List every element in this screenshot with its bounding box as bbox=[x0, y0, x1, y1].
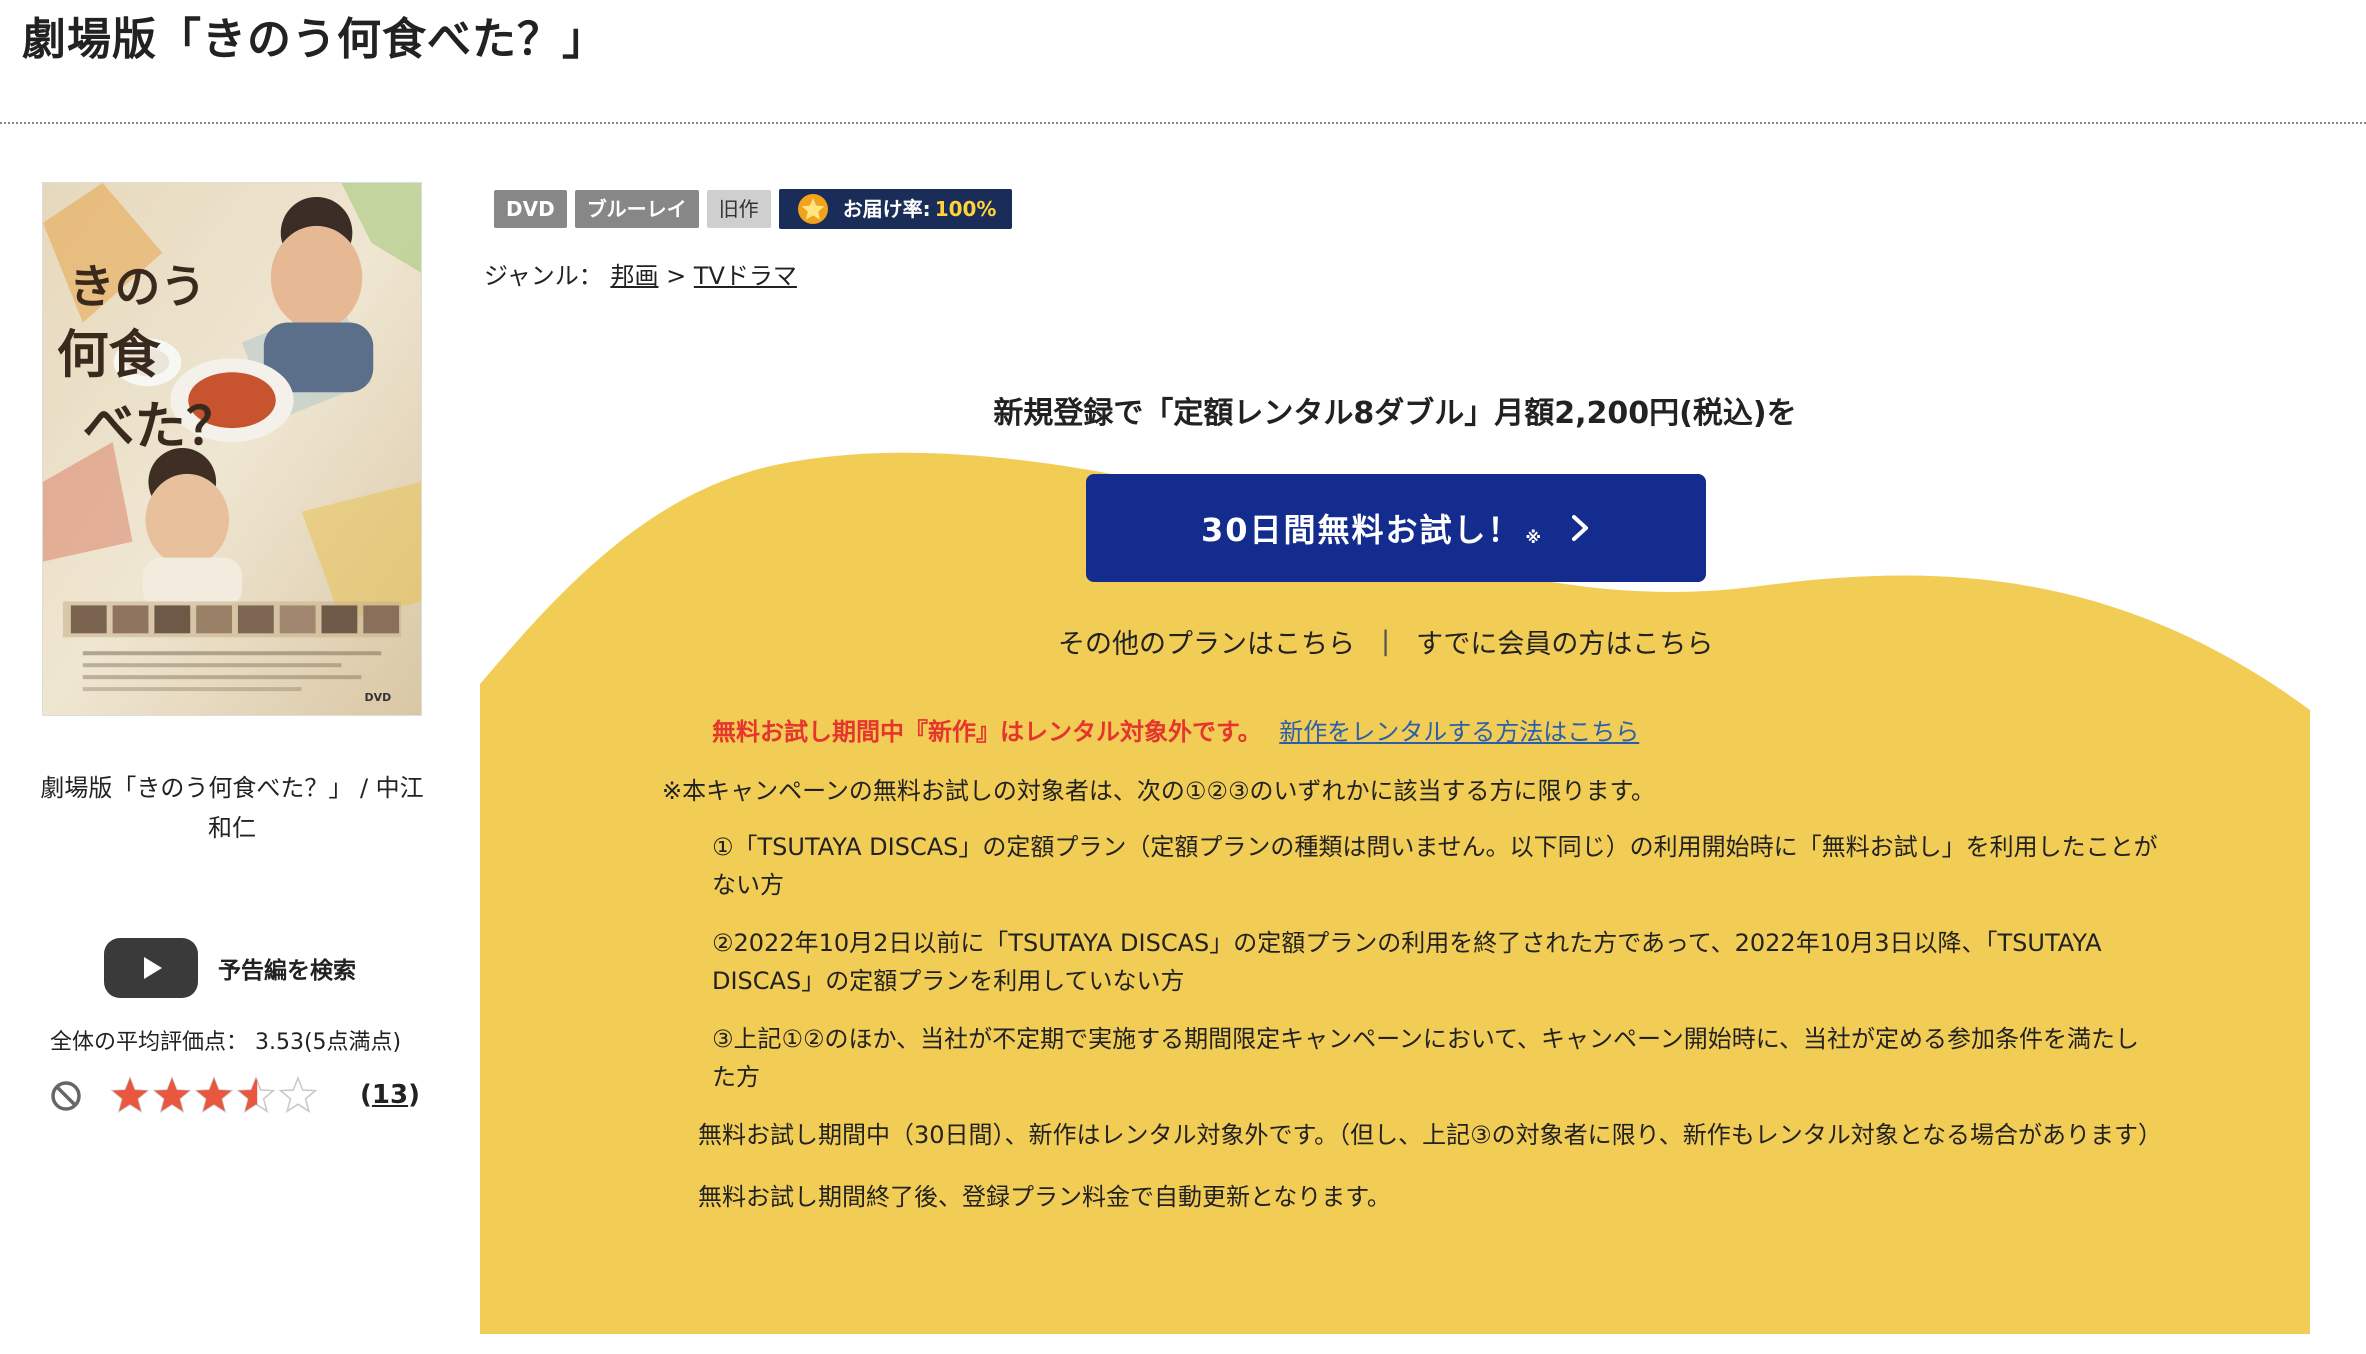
page-title: 劇場版「きのう何食べた？」 bbox=[22, 14, 607, 65]
plan-links: その他のプランはこちら | すでに会員の方はこちら bbox=[1058, 622, 1713, 661]
poster-format-mark: DVD bbox=[365, 691, 392, 704]
genre-breadcrumb: ジャンル： 邦画 > TVドラマ bbox=[484, 256, 797, 291]
star-icon bbox=[797, 194, 828, 224]
poster-title-3: べた？ bbox=[83, 396, 238, 457]
campaign-lead: 新規登録で「定額レンタル8ダブル」月額2,200円(税込)を bbox=[993, 396, 1797, 431]
star-icon bbox=[278, 1076, 318, 1113]
average-rating: 全体の平均評価点： 3.53(5点満点) bbox=[50, 1030, 402, 1055]
note-new-release: 無料お試し期間中（30日間）、新作はレンタル対象外です。（但し、上記③の対象者に… bbox=[698, 1121, 2162, 1149]
rating-count[interactable]: (13) bbox=[360, 1080, 420, 1110]
new-release-warning: 無料お試し期間中『新作』はレンタル対象外です。 新作をレンタルする方法はこちら bbox=[712, 712, 1639, 747]
product-poster[interactable]: きのう 何食 べた？ DVD bbox=[42, 182, 422, 716]
badge-delivery-rate: お届け率: 100% bbox=[778, 189, 1013, 229]
rating-row: (13) bbox=[48, 1076, 420, 1126]
condition-1: ①「TSUTAYA DISCAS」の定額プラン（定額プランの種類は問いません。以… bbox=[712, 833, 2158, 899]
warning-text: 無料お試し期間中『新作』はレンタル対象外です。 bbox=[712, 718, 1262, 746]
free-trial-label: 30日間無料お試し！ bbox=[1200, 511, 1522, 549]
genre-separator: > bbox=[666, 262, 687, 290]
star-icon bbox=[194, 1076, 234, 1113]
product-caption: 劇場版「きのう何食べた？」 / 中江和仁 bbox=[40, 774, 424, 842]
poster-title-1: きのう bbox=[69, 260, 206, 314]
note-renewal: 無料お試し期間終了後、登録プラン料金で自動更新となります。 bbox=[698, 1183, 1391, 1211]
title-divider bbox=[0, 122, 2366, 124]
new-release-rental-link[interactable]: 新作をレンタルする方法はこちら bbox=[1279, 718, 1639, 746]
note-intro: ※本キャンペーンの無料お試しの対象者は、次の①②③のいずれかに該当する方に限りま… bbox=[662, 777, 1656, 805]
badge-bluray: ブルーレイ bbox=[574, 190, 699, 228]
badge-row: DVD ブルーレイ 旧作 お届け率: 100% bbox=[494, 189, 1020, 229]
delivery-label: お届け率: bbox=[842, 197, 931, 221]
poster-image: きのう 何食 べた？ DVD bbox=[43, 183, 421, 715]
badge-old: 旧作 bbox=[706, 190, 771, 228]
genre-link-tvdrama[interactable]: TVドラマ bbox=[694, 262, 797, 290]
star-icon bbox=[236, 1076, 276, 1113]
star-icon bbox=[110, 1076, 150, 1113]
trailer-search-button[interactable]: 予告編を検索 bbox=[104, 938, 356, 998]
delivery-rate: 100% bbox=[934, 197, 997, 221]
star-icon bbox=[152, 1076, 192, 1113]
genre-link-hougaku[interactable]: 邦画 bbox=[610, 262, 658, 290]
poster-title-2: 何食 bbox=[57, 324, 162, 385]
campaign-notes: ※本キャンペーンの無料お試しの対象者は、次の①②③のいずれかに該当する方に限りま… bbox=[662, 772, 2162, 1240]
free-trial-note-mark: ※ bbox=[1525, 527, 1544, 547]
members-link[interactable]: すでに会員の方はこちら bbox=[1416, 622, 1713, 661]
condition-3: ③上記①②のほか、当社が不定期で実施する期間限定キャンペーンにおいて、キャンペー… bbox=[712, 1025, 2140, 1091]
condition-2: ②2022年10月2日以前に「TSUTAYA DISCAS」の定額プランの利用を… bbox=[712, 929, 2102, 995]
trailer-label[interactable]: 予告編を検索 bbox=[218, 951, 356, 985]
no-entry-icon[interactable] bbox=[50, 1080, 82, 1112]
free-trial-button[interactable]: 30日間無料お試し！ ※ bbox=[1086, 474, 1706, 582]
genre-label: ジャンル： bbox=[484, 262, 603, 290]
star-rating[interactable] bbox=[110, 1076, 320, 1116]
other-plans-link[interactable]: その他のプランはこちら bbox=[1058, 622, 1355, 661]
plan-links-divider: | bbox=[1381, 626, 1391, 657]
chevron-right-icon bbox=[1572, 515, 1589, 541]
play-icon[interactable] bbox=[104, 938, 198, 998]
badge-dvd: DVD bbox=[494, 190, 567, 228]
